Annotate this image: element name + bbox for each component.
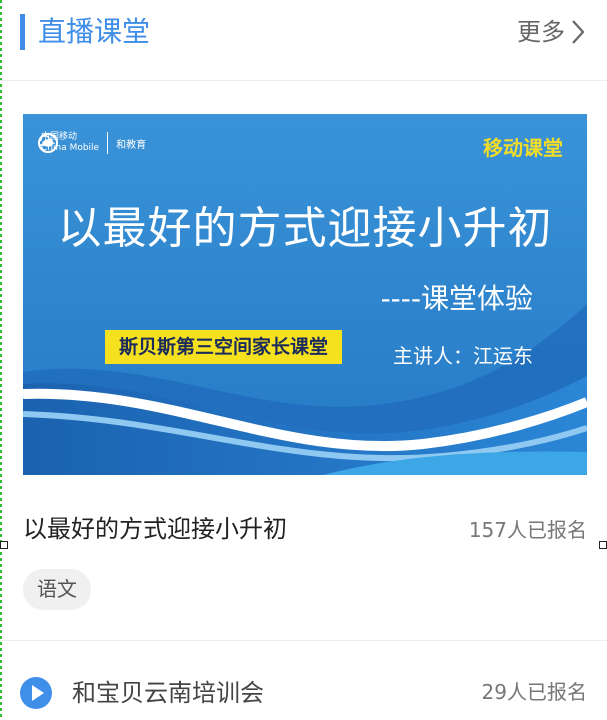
banner-subline: ----课堂体验 bbox=[380, 282, 533, 315]
banner-logo: 中国移动 China Mobile 和教育 bbox=[37, 132, 146, 154]
banner-headline: 以最好的方式迎接小升初 bbox=[57, 203, 553, 254]
page-edge-guide bbox=[0, 0, 2, 720]
section-header: 直播课堂 更多 bbox=[0, 0, 607, 80]
list-item[interactable]: 和宝贝云南培训会 29人已报名 bbox=[0, 660, 607, 720]
banner-speaker: 主讲人：江运东 bbox=[393, 344, 533, 368]
enrolled-count: 157人已报名 bbox=[468, 518, 587, 542]
banner-corner-label: 移动课堂 bbox=[483, 136, 563, 160]
list-item-enrolled: 29人已报名 bbox=[481, 680, 587, 704]
banner-logo-edu: 和教育 bbox=[116, 139, 147, 151]
section-title: 直播课堂 bbox=[38, 15, 151, 48]
resize-handle-right bbox=[599, 541, 607, 549]
header-divider bbox=[0, 80, 607, 81]
resize-handle-left bbox=[0, 541, 8, 549]
more-label: 更多 bbox=[517, 18, 565, 46]
subject-tag: 语文 bbox=[23, 569, 91, 610]
course-banner[interactable]: 中国移动 China Mobile 和教育 移动课堂 以最好的方式迎接小升初 -… bbox=[23, 114, 587, 475]
list-divider bbox=[0, 640, 607, 641]
chevron-right-icon bbox=[572, 20, 585, 44]
list-item-title: 和宝贝云南培训会 bbox=[72, 679, 264, 707]
title-accent-bar bbox=[20, 14, 25, 50]
play-icon bbox=[20, 677, 52, 709]
cloud-icon bbox=[38, 135, 53, 146]
more-link[interactable]: 更多 bbox=[517, 16, 587, 48]
course-title[interactable]: 以最好的方式迎接小升初 bbox=[23, 512, 287, 546]
logo-separator bbox=[107, 132, 109, 154]
banner-tag: 斯贝斯第三空间家长课堂 bbox=[105, 330, 343, 364]
